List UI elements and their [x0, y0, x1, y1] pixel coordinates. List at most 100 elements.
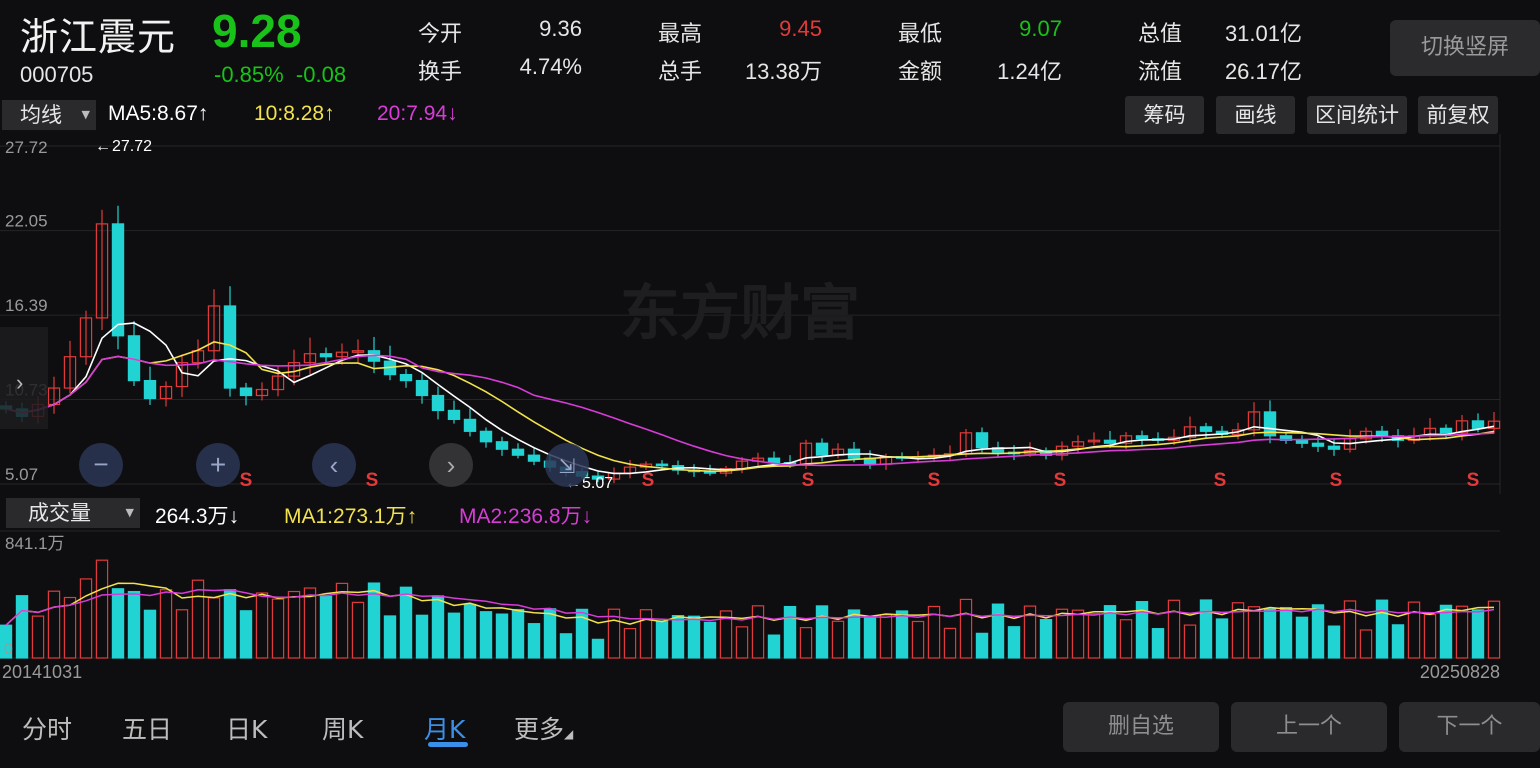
volume-bar	[79, 578, 93, 659]
volume-bar	[991, 603, 1005, 659]
kline-chart[interactable]: 东方财富 27.7222.0516.3910.735.07 SSSSSSSSS …	[0, 134, 1540, 496]
volume-bar	[63, 596, 77, 659]
move-left-button[interactable]: ‹	[312, 443, 356, 487]
watermark: 东方财富	[620, 279, 860, 349]
forward-adjust-button[interactable]: 前复权	[1418, 96, 1498, 134]
draw-line-button[interactable]: 画线	[1216, 96, 1295, 134]
vol-ma2-readout: MA2:236.8万↓	[459, 500, 592, 530]
price-change: -0.85% -0.08	[214, 62, 347, 87]
volume-bar	[1295, 616, 1309, 659]
volume-bar	[623, 628, 637, 659]
candle-body	[975, 432, 989, 449]
volume-zero-label: 0	[4, 641, 13, 658]
candle-body	[143, 379, 157, 400]
dropdown-arrow-icon: ▼	[81, 108, 90, 121]
volume-bar	[751, 605, 765, 659]
volume-bar	[735, 626, 749, 659]
chevron-right-icon: ›	[16, 370, 23, 395]
tab-monthly-k[interactable]: 月K	[424, 710, 465, 746]
corner-arrow-icon: ◢	[564, 727, 574, 741]
zoom-in-button[interactable]: +	[196, 443, 240, 487]
stock-name: 浙江震元	[20, 15, 177, 59]
switch-portrait-button[interactable]: 切换竖屏	[1390, 20, 1540, 76]
previous-button[interactable]: 上一个	[1231, 702, 1387, 752]
volume-bar	[815, 605, 829, 659]
indicator-dropdown[interactable]: 均线 ▼	[2, 100, 96, 130]
tab-intraday[interactable]: 分时	[22, 710, 72, 746]
volume-bar	[399, 586, 413, 659]
volume-bar	[1279, 606, 1293, 659]
candle-body	[111, 223, 125, 337]
volume-bar	[831, 620, 845, 659]
volume-bar	[271, 598, 285, 659]
volume-indicator-label: 成交量	[28, 501, 91, 525]
tab-more-label: 更多	[514, 715, 565, 744]
volume-bar	[959, 598, 973, 659]
zoom-out-button[interactable]: −	[79, 443, 123, 487]
volume-bar	[447, 612, 461, 659]
side-drawer-handle[interactable]	[0, 327, 48, 429]
volume-bar	[239, 610, 253, 659]
min-price-label: 5.07	[582, 475, 613, 492]
candle-body	[655, 463, 669, 467]
candle-body	[463, 418, 477, 432]
candle-body	[495, 441, 509, 450]
vol-ma1-readout: MA1:273.1万↑	[284, 500, 417, 530]
move-right-button[interactable]: ›	[429, 443, 473, 487]
candle-body	[415, 379, 429, 397]
volume-bar	[1247, 606, 1261, 659]
ma5-value: MA5:8.67	[108, 102, 198, 125]
candle-body	[511, 448, 525, 456]
volume-bar	[943, 627, 957, 659]
volume-bar	[559, 633, 573, 659]
tab-daily-k[interactable]: 日K	[226, 710, 267, 746]
volume-bar	[671, 615, 685, 659]
candle-body	[527, 454, 541, 462]
plus-icon: +	[210, 449, 226, 480]
tab-weekly-k[interactable]: 周K	[322, 710, 363, 746]
tab-more[interactable]: 更多◢	[514, 710, 573, 746]
volume-bar	[463, 603, 477, 659]
arrow-down-icon: ↓	[581, 505, 593, 528]
volume-bar	[15, 595, 29, 659]
volume-bar	[255, 592, 269, 659]
volume-bar	[879, 614, 893, 659]
volume-bar	[1263, 608, 1277, 659]
price-y-label: 5.07	[5, 465, 38, 484]
arrow-down-icon: ↓	[447, 102, 458, 125]
volume-bar	[1359, 629, 1373, 659]
next-button[interactable]: 下一个	[1399, 702, 1540, 752]
stat-value-market-cap: 31.01亿	[1224, 21, 1302, 46]
volume-bar	[1455, 605, 1469, 659]
sell-signal: S	[802, 470, 815, 491]
arrow-down-icon: ↓	[228, 505, 240, 528]
volume-bar	[431, 595, 445, 659]
candle-body	[815, 442, 829, 456]
volume-bar	[639, 609, 653, 659]
signals: SSSSSSSSS	[240, 470, 1480, 491]
volume-bar	[655, 620, 669, 659]
volume-bar	[111, 588, 125, 659]
volume-bar	[47, 590, 61, 659]
sell-signal: S	[1330, 470, 1343, 491]
volume-bar	[975, 632, 989, 659]
volume-bar	[175, 609, 189, 659]
volume-bar	[383, 615, 397, 659]
volume-bar	[1423, 613, 1437, 659]
volume-readout: 264.3万↓	[155, 500, 239, 530]
chips-button[interactable]: 筹码	[1125, 96, 1204, 134]
volume-indicator-dropdown[interactable]: 成交量 ▼	[6, 498, 140, 528]
range-stats-button[interactable]: 区间统计	[1307, 96, 1407, 134]
stock-price: 9.28	[212, 5, 302, 57]
volume-bar	[591, 638, 605, 659]
volume-bar	[1391, 624, 1405, 659]
volume-chart[interactable]: 841.1万 0 20141031 20250828	[0, 530, 1540, 690]
volume-bar	[1311, 604, 1325, 659]
tab-five-day[interactable]: 五日	[122, 710, 172, 746]
volume-bar	[703, 621, 717, 659]
volume-bar	[911, 620, 925, 659]
volume-bar	[1039, 619, 1053, 659]
jump-latest-button[interactable]: ⇲	[545, 443, 589, 487]
candle-body	[1471, 420, 1485, 429]
remove-watchlist-button[interactable]: 删自选	[1063, 702, 1219, 752]
